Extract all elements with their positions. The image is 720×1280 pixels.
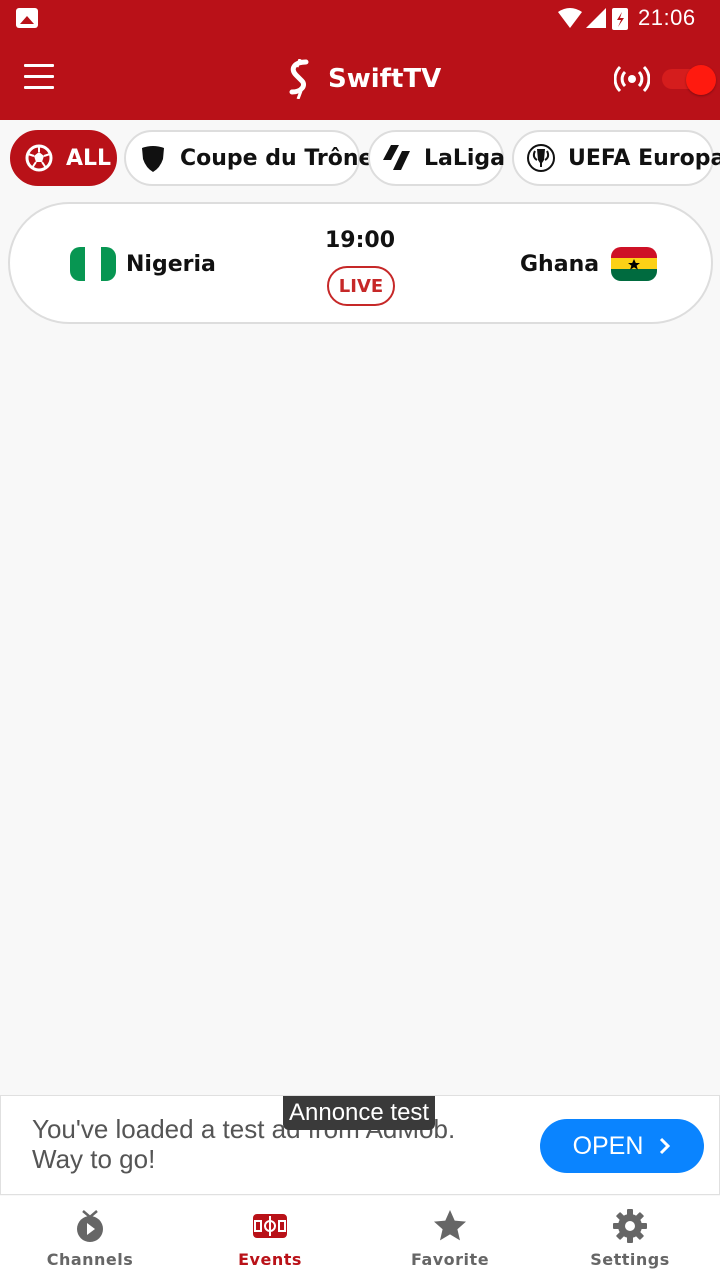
menu-icon[interactable] — [24, 64, 60, 94]
chip-label: Coupe du Trône — [180, 145, 374, 171]
ad-banner[interactable]: You've loaded a test ad from AdMob. Way … — [0, 1095, 720, 1195]
swifttv-logo-icon — [289, 59, 309, 99]
gallery-notification-icon — [16, 8, 38, 28]
away-team-name: Ghana — [520, 251, 600, 277]
nav-label: Channels — [46, 1250, 134, 1269]
bottom-nav: Channels Events Favorite Settings — [0, 1196, 720, 1280]
app-bar: SwiftTV — [0, 38, 720, 120]
stadium-icon — [253, 1214, 287, 1238]
chip-label: ALL — [66, 145, 112, 171]
nav-label: Settings — [590, 1250, 670, 1269]
chevron-right-icon — [660, 1137, 671, 1155]
nav-channels[interactable]: Channels — [0, 1196, 180, 1280]
chip-label: UEFA Europa — [568, 145, 720, 171]
gear-icon — [613, 1209, 647, 1243]
ad-open-button[interactable]: OPEN — [540, 1119, 704, 1173]
broadcast-icon[interactable] — [614, 62, 650, 96]
ad-open-label: OPEN — [572, 1131, 644, 1160]
brand: SwiftTV — [284, 58, 441, 100]
nav-favorite[interactable]: Favorite — [360, 1196, 540, 1280]
ad-test-tag: Annonce test — [283, 1096, 436, 1130]
shield-icon — [142, 146, 164, 172]
category-chips: ALL Coupe du Trône LaLiga UEFA Europa — [10, 130, 720, 186]
chip-label: LaLiga — [424, 145, 506, 171]
live-toggle[interactable] — [662, 65, 716, 95]
chip-coupe-du-trone[interactable]: Coupe du Trône — [124, 130, 373, 186]
system-status-icons — [558, 8, 628, 30]
uefa-trophy-icon — [527, 144, 555, 172]
chip-laliga[interactable]: LaLiga — [368, 130, 506, 186]
nav-settings[interactable]: Settings — [540, 1196, 720, 1280]
home-team-name: Nigeria — [126, 251, 216, 277]
chip-uefa-europa[interactable]: UEFA Europa — [512, 130, 720, 186]
live-badge: LIVE — [327, 266, 395, 306]
ghana-flag-icon — [611, 247, 658, 281]
app-title: SwiftTV — [328, 64, 442, 94]
home-team: Nigeria — [70, 246, 216, 282]
tv-icon — [77, 1210, 103, 1242]
soccer-ball-icon — [25, 144, 53, 172]
match-card[interactable]: Nigeria 19:00 LIVE Ghana — [8, 202, 713, 324]
nav-label: Favorite — [410, 1250, 490, 1269]
chip-all[interactable]: ALL — [10, 130, 117, 186]
match-time: 19:00 — [324, 228, 396, 253]
nigeria-flag-icon — [70, 247, 116, 281]
status-time: 21:06 — [638, 5, 696, 30]
nav-label: Events — [238, 1250, 302, 1269]
laliga-icon — [383, 145, 410, 170]
nav-events[interactable]: Events — [180, 1196, 360, 1280]
away-team: Ghana — [520, 246, 658, 282]
star-icon — [434, 1210, 466, 1241]
status-bar: 21:06 — [0, 0, 720, 38]
